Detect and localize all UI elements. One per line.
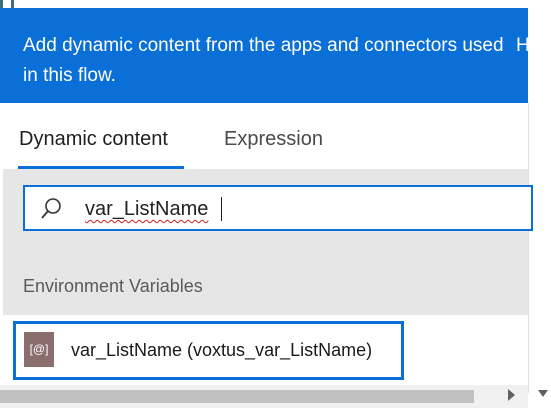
background-edge — [11, 0, 14, 8]
tab-bar: Dynamic content Expression — [0, 103, 528, 169]
header-message: Add dynamic content from the apps and co… — [23, 35, 504, 86]
text-caret — [221, 197, 222, 221]
horizontal-scrollbar[interactable] — [0, 385, 528, 408]
search-value: var_ListName — [85, 198, 209, 220]
environment-variable-icon: [@] — [24, 332, 54, 367]
background-edge — [0, 0, 3, 8]
scroll-down-icon[interactable] — [538, 390, 548, 397]
scroll-right-icon[interactable] — [508, 389, 515, 401]
list-item-label: var_ListName (voxtus_var_ListName) — [71, 340, 373, 360]
tab-dynamic-content[interactable]: Dynamic content — [19, 125, 168, 153]
tab-expression[interactable]: Expression — [224, 125, 323, 153]
dynamic-content-header: Add dynamic content from the apps and co… — [0, 8, 530, 103]
search-input[interactable]: var_ListName — [23, 185, 533, 231]
scrollbar-thumb[interactable] — [0, 390, 474, 403]
top-strip — [0, 0, 551, 8]
divider — [528, 103, 529, 393]
section-header: Environment Variables — [3, 257, 528, 315]
search-area: var_ListName — [3, 169, 533, 257]
search-icon — [41, 198, 61, 219]
section-title: Environment Variables — [23, 276, 203, 296]
list-item-var-listname[interactable]: [@] var_ListName (voxtus_var_ListName) — [13, 321, 404, 380]
